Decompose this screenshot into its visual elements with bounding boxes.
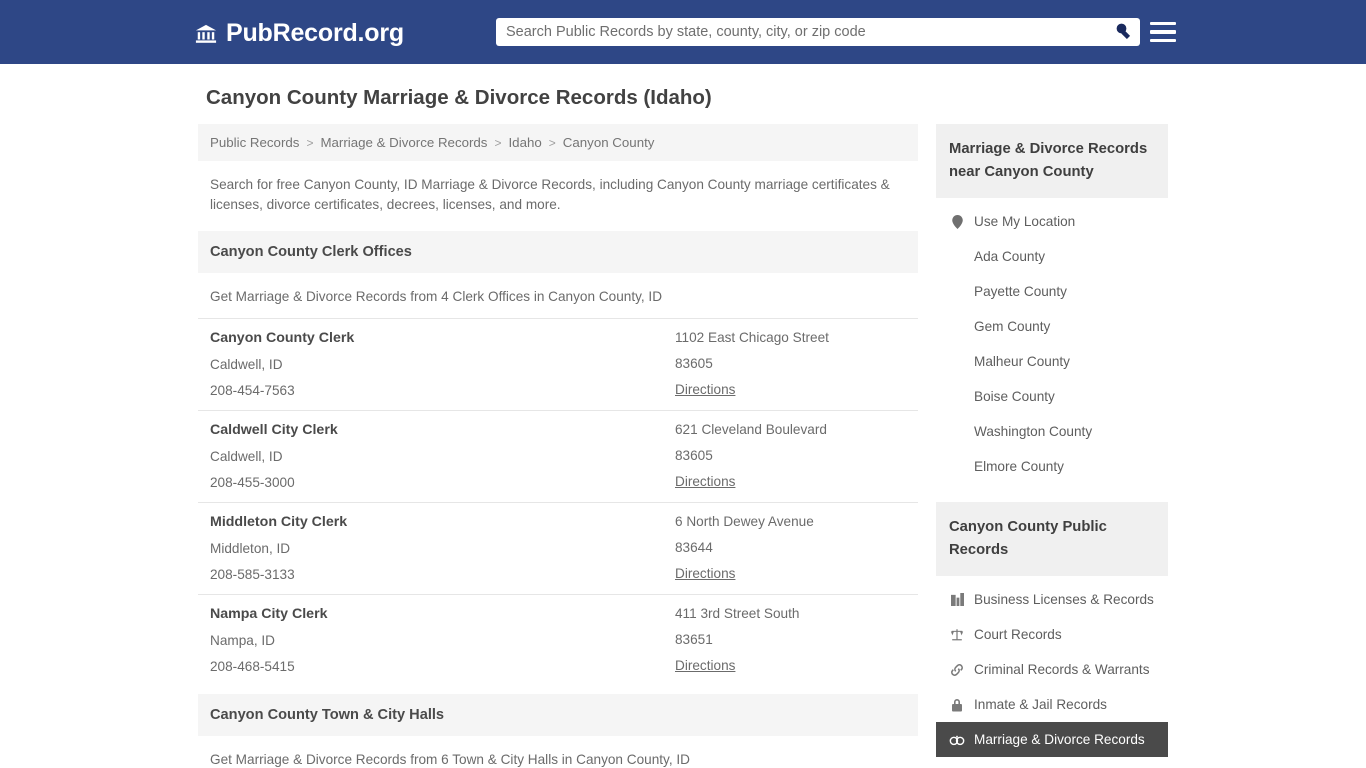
office-street: 1102 East Chicago Street [675, 330, 829, 345]
sidebar-item-malheur-county[interactable]: Malheur County [936, 344, 1168, 379]
office-zip: 83605 [675, 448, 713, 463]
sidebar-item-gem-county[interactable]: Gem County [936, 309, 1168, 344]
sidebar-public-records-list: Business Licenses & Records Court Record… [936, 576, 1168, 757]
sidebar: Marriage & Divorce Records near Canyon C… [936, 124, 1168, 768]
sidebar-item-criminal-records[interactable]: Criminal Records & Warrants [936, 652, 1168, 687]
sidebar-item-label: Court Records [974, 627, 1062, 642]
sidebar-item-label: Washington County [974, 424, 1093, 439]
office-city: Middleton, ID [210, 541, 291, 556]
bank-icon [195, 23, 217, 45]
office-city: Caldwell, ID [210, 449, 283, 464]
location-pin-icon [949, 214, 965, 229]
sidebar-item-label: Payette County [974, 284, 1067, 299]
scales-icon [949, 628, 965, 641]
sidebar-item-elmore-county[interactable]: Elmore County [936, 449, 1168, 484]
sidebar-nearby-list: Use My Location Ada County Payette Count… [936, 198, 1168, 484]
sidebar-item-boise-county[interactable]: Boise County [936, 379, 1168, 414]
breadcrumb-separator: > [494, 135, 502, 150]
breadcrumb: Public Records > Marriage & Divorce Reco… [198, 124, 918, 161]
breadcrumb-item-idaho[interactable]: Idaho [508, 135, 541, 150]
page-title: Canyon County Marriage & Divorce Records… [206, 86, 712, 109]
building-icon [949, 593, 965, 606]
office-directions-link[interactable]: Directions [675, 566, 906, 581]
sidebar-item-washington-county[interactable]: Washington County [936, 414, 1168, 449]
sidebar-item-label: Use My Location [974, 214, 1076, 229]
intro-text: Search for free Canyon County, ID Marria… [210, 177, 890, 212]
office-directions-link[interactable]: Directions [675, 658, 906, 673]
office-zip: 83651 [675, 632, 713, 647]
sidebar-item-inmate-jail-records[interactable]: Inmate & Jail Records [936, 687, 1168, 722]
section-heading-clerk-offices: Canyon County Clerk Offices [198, 231, 918, 273]
office-street: 6 North Dewey Avenue [675, 514, 814, 529]
link-icon [949, 663, 965, 677]
office-city: Caldwell, ID [210, 357, 283, 372]
sidebar-item-label: Boise County [974, 389, 1055, 404]
breadcrumb-separator: > [306, 135, 314, 150]
breadcrumb-item-canyon-county[interactable]: Canyon County [563, 135, 655, 150]
office-name: Middleton City Clerk [210, 514, 348, 530]
office-name: Nampa City Clerk [210, 606, 328, 622]
sidebar-item-court-records[interactable]: Court Records [936, 617, 1168, 652]
sidebar-item-ada-county[interactable]: Ada County [936, 239, 1168, 274]
section-subheading-town-city-halls: Get Marriage & Divorce Records from 6 To… [210, 752, 690, 767]
sidebar-item-label: Elmore County [974, 459, 1064, 474]
site-logo-text: PubRecord.org [226, 19, 404, 47]
office-name: Caldwell City Clerk [210, 422, 338, 438]
office-directions-link[interactable]: Directions [675, 382, 906, 397]
hamburger-menu-icon[interactable] [1150, 20, 1176, 44]
office-row: Nampa City Clerk Nampa, ID 208-468-5415 … [198, 594, 918, 686]
rings-icon [949, 734, 965, 746]
office-row: Canyon County Clerk Caldwell, ID 208-454… [198, 318, 918, 410]
search-bar[interactable] [496, 18, 1140, 46]
office-street: 411 3rd Street South [675, 606, 800, 621]
sidebar-item-label: Business Licenses & Records [974, 592, 1154, 607]
breadcrumb-separator: > [548, 135, 556, 150]
search-button[interactable] [1106, 18, 1140, 46]
sidebar-item-label: Malheur County [974, 354, 1070, 369]
breadcrumb-item-public-records[interactable]: Public Records [210, 135, 299, 150]
sidebar-item-payette-county[interactable]: Payette County [936, 274, 1168, 309]
office-phone: 208-585-3133 [210, 567, 295, 582]
sidebar-item-label: Criminal Records & Warrants [974, 662, 1150, 677]
office-zip: 83605 [675, 356, 713, 371]
office-city: Nampa, ID [210, 633, 275, 648]
office-zip: 83644 [675, 540, 713, 555]
sidebar-item-label: Inmate & Jail Records [974, 697, 1107, 712]
office-name: Canyon County Clerk [210, 330, 355, 346]
office-directions-link[interactable]: Directions [675, 474, 906, 489]
sidebar-nearby-title: Marriage & Divorce Records near Canyon C… [936, 124, 1168, 198]
sidebar-item-label: Ada County [974, 249, 1046, 264]
lock-icon [949, 698, 965, 712]
search-input[interactable] [496, 24, 1106, 40]
office-phone: 208-468-5415 [210, 659, 295, 674]
office-row: Middleton City Clerk Middleton, ID 208-5… [198, 502, 918, 594]
page-body: Canyon County Marriage & Divorce Records… [0, 64, 1366, 768]
site-logo[interactable]: PubRecord.org [195, 19, 404, 48]
office-phone: 208-454-7563 [210, 383, 295, 398]
office-street: 621 Cleveland Boulevard [675, 422, 827, 437]
sidebar-item-business-licenses[interactable]: Business Licenses & Records [936, 582, 1168, 617]
section-heading-town-city-halls: Canyon County Town & City Halls [198, 694, 918, 736]
sidebar-item-label: Gem County [974, 319, 1051, 334]
section-subheading-clerk-offices: Get Marriage & Divorce Records from 4 Cl… [210, 289, 663, 304]
site-header: PubRecord.org [0, 0, 1366, 64]
office-row: Caldwell City Clerk Caldwell, ID 208-455… [198, 410, 918, 502]
office-phone: 208-455-3000 [210, 475, 295, 490]
main-content: Public Records > Marriage & Divorce Reco… [198, 124, 918, 768]
search-icon [1114, 21, 1132, 44]
sidebar-item-use-my-location[interactable]: Use My Location [936, 204, 1168, 239]
sidebar-item-label: Marriage & Divorce Records [974, 732, 1145, 747]
breadcrumb-item-marriage-divorce-records[interactable]: Marriage & Divorce Records [320, 135, 487, 150]
sidebar-public-records-title: Canyon County Public Records [936, 502, 1168, 576]
sidebar-item-marriage-divorce-records[interactable]: Marriage & Divorce Records [936, 722, 1168, 757]
